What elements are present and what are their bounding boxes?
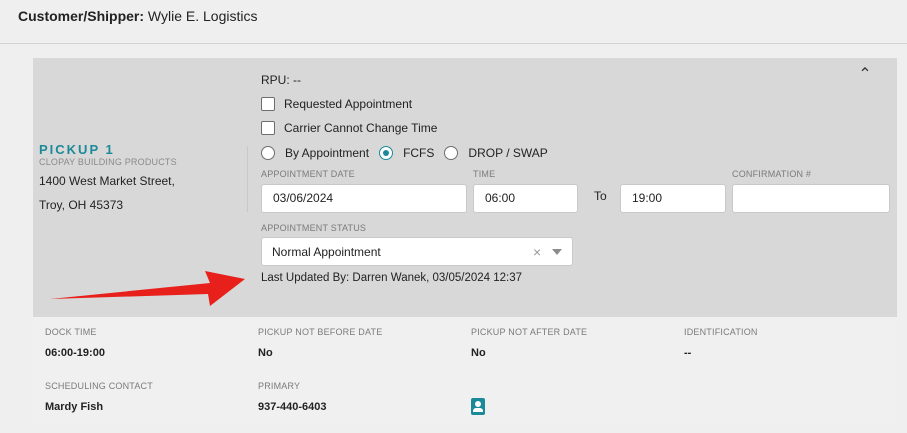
appointment-date-input[interactable]: 03/06/2024 [261,184,467,213]
primary-value: 937-440-6403 [258,401,327,413]
appointment-status-label: APPOINTMENT STATUS [261,223,367,233]
carrier-cannot-change-time-checkbox[interactable]: Carrier Cannot Change Time [261,120,437,136]
pickup-company: CLOPAY BUILDING PRODUCTS [39,157,177,167]
last-updated: Last Updated By: Darren Wanek, 03/05/202… [261,272,523,284]
address-line-2: Troy, OH 45373 [39,198,124,212]
checkbox-label: Carrier Cannot Change Time [284,121,438,135]
primary-label: PRIMARY [258,381,301,391]
to-label: To [594,189,607,203]
red-arrow-annotation [50,271,245,306]
appointment-status-value: Normal Appointment [272,245,381,259]
not-before-label: PICKUP NOT BEFORE DATE [258,327,383,337]
identification-value: -- [684,347,692,359]
radio-label: DROP / SWAP [468,146,548,160]
dock-time-value: 06:00-19:00 [45,347,105,359]
confirmation-input[interactable] [732,184,890,213]
time-from-input[interactable]: 06:00 [473,184,578,213]
not-after-value: No [471,347,486,359]
rpu: RPU: -- [261,73,301,87]
appointment-status-select[interactable]: Normal Appointment × [261,237,573,266]
radio-by-appointment[interactable] [261,146,275,160]
clear-x-icon[interactable]: × [533,238,541,267]
top-bar: Customer/Shipper: Wylie E. Logistics [0,0,907,44]
checkbox-label: Requested Appointment [284,97,413,111]
pickup-card: ⌃ PICKUP 1 CLOPAY BUILDING PRODUCTS 1400… [33,58,897,425]
chevron-up-icon[interactable]: ⌃ [856,66,874,84]
appointment-type-radio-group: By Appointment FCFS DROP / SWAP [261,145,558,161]
time-to-input[interactable]: 19:00 [620,184,726,213]
time-label: TIME [473,169,496,179]
radio-drop-swap[interactable] [444,146,459,160]
address-line-1: 1400 West Market Street, [39,174,175,188]
divider [247,146,248,212]
not-before-value: No [258,347,273,359]
caret-down-icon[interactable] [552,249,562,255]
scheduling-contact-value: Mardy Fish [45,401,104,413]
not-after-label: PICKUP NOT AFTER DATE [471,327,588,337]
confirmation-label: CONFIRMATION # [732,169,812,179]
customer-shipper: Customer/Shipper: Wylie E. Logistics [18,8,257,24]
pickup-title: PICKUP 1 [39,142,115,157]
requested-appointment-checkbox[interactable]: Requested Appointment [261,96,412,112]
identification-label: IDENTIFICATION [684,327,758,337]
checkbox-box[interactable] [261,97,275,111]
radio-label: By Appointment [285,146,370,160]
checkbox-box[interactable] [261,121,275,135]
dock-time-label: DOCK TIME [45,327,97,337]
radio-label: FCFS [403,146,435,160]
appointment-date-label: APPOINTMENT DATE [261,169,355,179]
customer-value: Wylie E. Logistics [147,8,258,24]
customer-label: Customer/Shipper: [18,8,145,24]
radio-fcfs[interactable] [379,146,394,160]
contact-card-icon[interactable] [471,398,485,415]
scheduling-contact-label: SCHEDULING CONTACT [45,381,153,391]
